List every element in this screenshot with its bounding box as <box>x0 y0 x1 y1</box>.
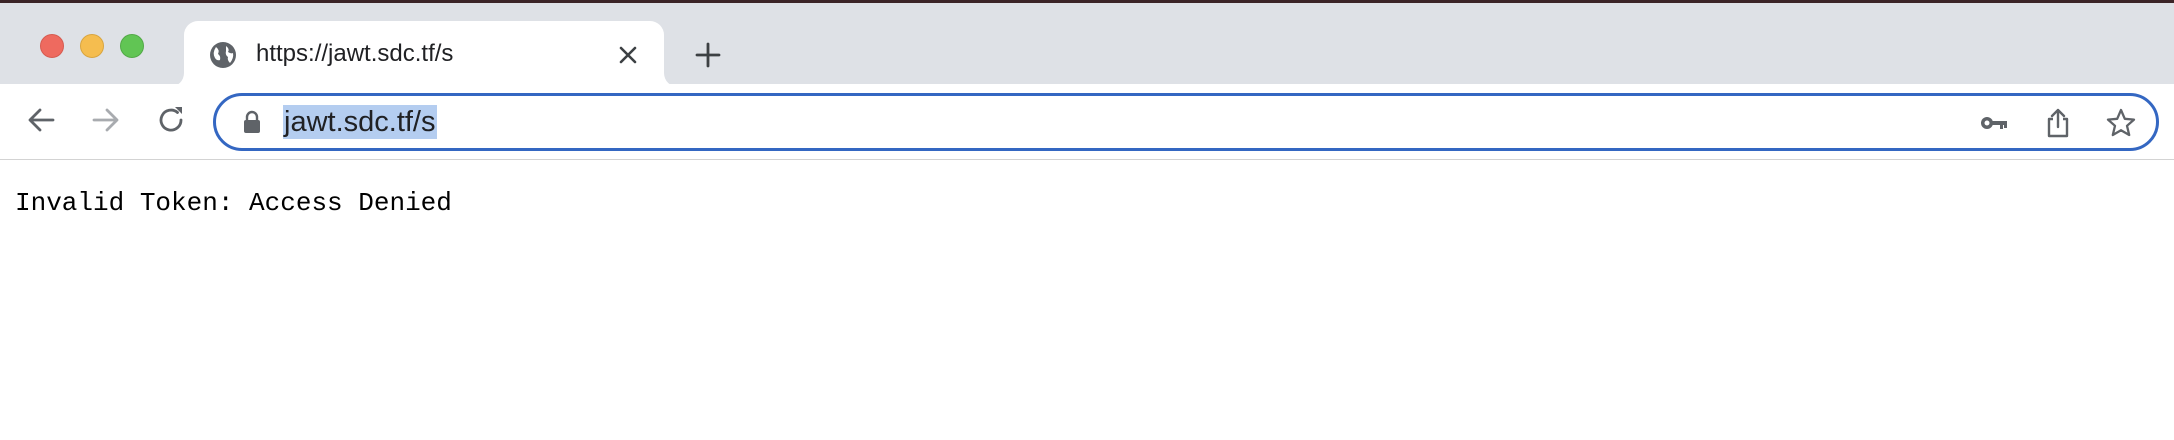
close-icon[interactable] <box>616 43 640 67</box>
url-text[interactable]: jawt.sdc.tf/s <box>283 105 437 139</box>
browser-tab[interactable]: https://jawt.sdc.tf/s <box>184 21 664 87</box>
lock-icon[interactable] <box>242 110 262 134</box>
tab-strip: https://jawt.sdc.tf/s <box>0 0 2174 87</box>
window-maximize-button[interactable] <box>120 34 144 58</box>
page-message: Invalid Token: Access Denied <box>15 188 452 218</box>
star-icon[interactable] <box>2106 108 2136 138</box>
globe-icon <box>210 42 236 68</box>
window-minimize-button[interactable] <box>80 34 104 58</box>
share-icon[interactable] <box>2043 108 2073 138</box>
back-arrow-icon[interactable] <box>26 104 58 136</box>
window-close-button[interactable] <box>40 34 64 58</box>
reload-icon[interactable] <box>155 104 187 136</box>
tab-title: https://jawt.sdc.tf/s <box>256 40 454 67</box>
new-tab-plus-icon[interactable] <box>694 41 722 69</box>
address-bar[interactable]: jawt.sdc.tf/s <box>213 93 2159 151</box>
key-icon[interactable] <box>1979 108 2009 138</box>
forward-arrow-icon[interactable] <box>89 104 121 136</box>
